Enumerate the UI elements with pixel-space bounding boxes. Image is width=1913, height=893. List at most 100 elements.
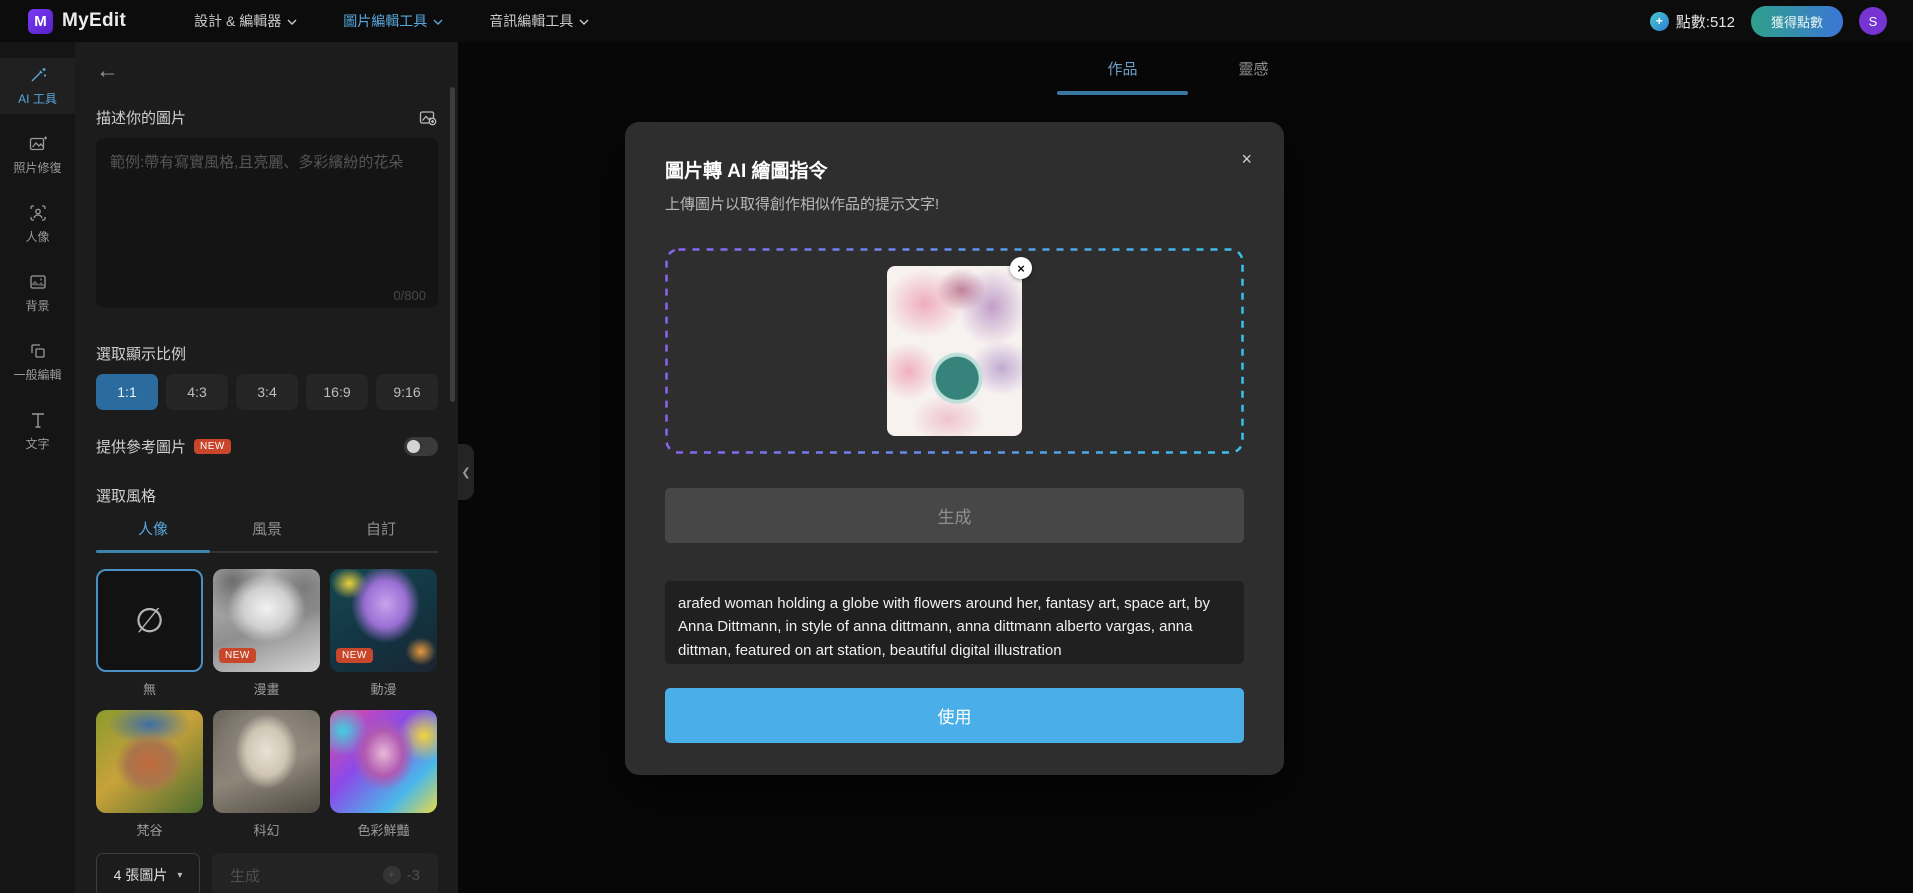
modal-title: 圖片轉 AI 繪圖指令 (665, 161, 828, 182)
panel-generate-button[interactable]: 生成 + -3 (212, 853, 438, 893)
style-section-label: 選取風格 (96, 488, 157, 505)
sidebar-item-photo-restore[interactable]: 照片修復 (0, 127, 75, 183)
chevron-down-icon (287, 19, 297, 25)
credits-label: 點數:512 (1675, 13, 1735, 31)
style-tab-custom[interactable]: 自訂 (324, 518, 438, 551)
image-to-prompt-modal: × 圖片轉 AI 繪圖指令 上傳圖片以取得創作相似作品的提示文字! × 生成 a… (625, 122, 1284, 775)
coin-icon: + (1649, 11, 1669, 31)
style-thumb-vangogh-image (96, 710, 203, 813)
upload-dropzone[interactable]: × (665, 248, 1244, 454)
new-badge: NEW (194, 439, 231, 454)
remove-image-icon[interactable]: × (1010, 257, 1032, 279)
style-thumb-colorful[interactable]: 色彩鮮豔 (330, 710, 437, 839)
style-thumbnail-grid: ∅ 無 NEW 漫畫 NEW 動漫 梵谷 科幻 色彩鮮豔 (96, 569, 438, 839)
app-root: M MyEdit 設計 & 編輯器 圖片編輯工具 音訊編輯工具 + 點數:512… (0, 0, 1913, 893)
tool-sidebar: AI 工具 照片修復 人像 背景 一般編輯 文字 (0, 42, 75, 893)
background-icon (29, 275, 46, 289)
sidebar-item-text[interactable]: 文字 (0, 403, 75, 459)
text-icon (31, 413, 44, 428)
sidebar-item-general-edit[interactable]: 一般編輯 (0, 334, 75, 390)
ratio-button-3-4[interactable]: 3:4 (236, 374, 298, 410)
get-credits-button[interactable]: 獲得點數 (1750, 5, 1843, 37)
image-description-input[interactable] (96, 138, 438, 308)
workspace-tabs: 作品 靈感 (1057, 58, 1319, 95)
menu-audio-tools-label: 音訊編輯工具 (489, 13, 574, 29)
sidebar-item-label: AI 工具 (18, 92, 57, 106)
modal-close-icon[interactable]: × (1241, 150, 1252, 168)
photo-restore-icon (29, 136, 47, 151)
style-thumb-vangogh[interactable]: 梵谷 (96, 710, 203, 839)
sidebar-item-background[interactable]: 背景 (0, 265, 75, 321)
credits-display[interactable]: + 點數:512 (1649, 11, 1735, 32)
image-to-prompt-icon[interactable] (418, 108, 438, 128)
collapse-chevron-icon: ❮ (461, 466, 471, 479)
panel-scrollbar[interactable] (450, 87, 455, 402)
reference-image-row: 提供參考圖片 NEW (96, 436, 438, 457)
style-thumb-anime-image: NEW (330, 569, 437, 672)
tab-inspiration[interactable]: 靈感 (1188, 58, 1319, 95)
describe-row: 描述你的圖片 (96, 107, 438, 128)
describe-label: 描述你的圖片 (96, 110, 187, 127)
menu-design-editor[interactable]: 設計 & 編輯器 (194, 11, 297, 31)
sidebar-item-portrait[interactable]: 人像 (0, 196, 75, 252)
modal-generate-button[interactable]: 生成 (665, 488, 1244, 543)
style-thumb-colorful-image (330, 710, 437, 813)
new-badge: NEW (219, 648, 256, 663)
style-tab-portrait[interactable]: 人像 (96, 518, 210, 553)
sidebar-item-label: 人像 (25, 230, 50, 244)
ratio-button-1-1[interactable]: 1:1 (96, 374, 158, 410)
style-thumb-manga-image: NEW (213, 569, 320, 672)
menu-audio-tools[interactable]: 音訊編輯工具 (489, 11, 589, 31)
sidebar-item-label: 文字 (25, 437, 50, 451)
myedit-logo[interactable]: M MyEdit (28, 8, 127, 34)
reference-image-toggle[interactable] (404, 437, 438, 456)
style-thumb-label: 科幻 (253, 823, 280, 838)
char-counter: 0/800 (393, 288, 426, 303)
menu-image-tools[interactable]: 圖片編輯工具 (343, 11, 443, 31)
back-button[interactable]: ← (96, 58, 119, 82)
use-prompt-button[interactable]: 使用 (665, 688, 1244, 743)
ratio-row: 1:1 4:3 3:4 16:9 9:16 (96, 374, 438, 410)
style-tabs: 人像 風景 自訂 (96, 518, 438, 553)
reference-image-label: 提供參考圖片 (96, 439, 187, 456)
style-thumb-label: 動漫 (370, 682, 397, 697)
toggle-knob (407, 440, 420, 453)
myedit-logo-icon: M (28, 8, 53, 34)
style-thumb-manga[interactable]: NEW 漫畫 (213, 569, 320, 698)
image-count-dropdown[interactable]: 4 張圖片 ▾ (96, 853, 200, 893)
chevron-down-icon (579, 19, 589, 25)
myedit-logo-text: MyEdit (62, 10, 127, 31)
chevron-down-icon (433, 19, 443, 25)
sidebar-item-label: 照片修復 (13, 161, 62, 175)
caret-down-icon: ▾ (177, 869, 183, 881)
style-thumb-anime[interactable]: NEW 動漫 (330, 569, 437, 698)
generate-row: 4 張圖片 ▾ 生成 + -3 (96, 853, 438, 893)
style-thumb-none-image: ∅ (96, 569, 203, 672)
magic-wand-icon (31, 68, 46, 82)
prompt-area: 0/800 (96, 138, 438, 313)
none-icon: ∅ (134, 601, 165, 640)
ratio-section-label: 選取顯示比例 (96, 346, 187, 363)
ratio-button-16-9[interactable]: 16:9 (306, 374, 368, 410)
style-thumb-label: 漫畫 (253, 682, 280, 697)
tab-works[interactable]: 作品 (1057, 58, 1188, 95)
menu-design-editor-label: 設計 & 編輯器 (194, 13, 282, 29)
sidebar-item-label: 背景 (25, 299, 50, 313)
sidebar-item-ai-tools[interactable]: AI 工具 (0, 58, 75, 114)
style-thumb-scifi[interactable]: 科幻 (213, 710, 320, 839)
coin-icon: + (382, 866, 401, 884)
style-thumb-none[interactable]: ∅ 無 (96, 569, 203, 698)
navbar-right: + 點數:512 獲得點數 S (1649, 5, 1887, 37)
back-row: ← (96, 58, 438, 83)
panel-generate-label: 生成 (230, 867, 261, 885)
style-tab-landscape[interactable]: 風景 (210, 518, 324, 551)
panel-collapse-handle[interactable]: ❮ (458, 444, 474, 500)
image-count-value: 4 張圖片 (113, 867, 168, 883)
general-edit-icon (30, 344, 45, 358)
avatar[interactable]: S (1859, 7, 1887, 35)
generate-cost-value: -3 (406, 866, 420, 884)
navbar-menus: 設計 & 編輯器 圖片編輯工具 音訊編輯工具 (194, 11, 589, 31)
ratio-button-4-3[interactable]: 4:3 (166, 374, 228, 410)
ratio-button-9-16[interactable]: 9:16 (376, 374, 438, 410)
style-thumb-label: 無 (142, 682, 156, 697)
